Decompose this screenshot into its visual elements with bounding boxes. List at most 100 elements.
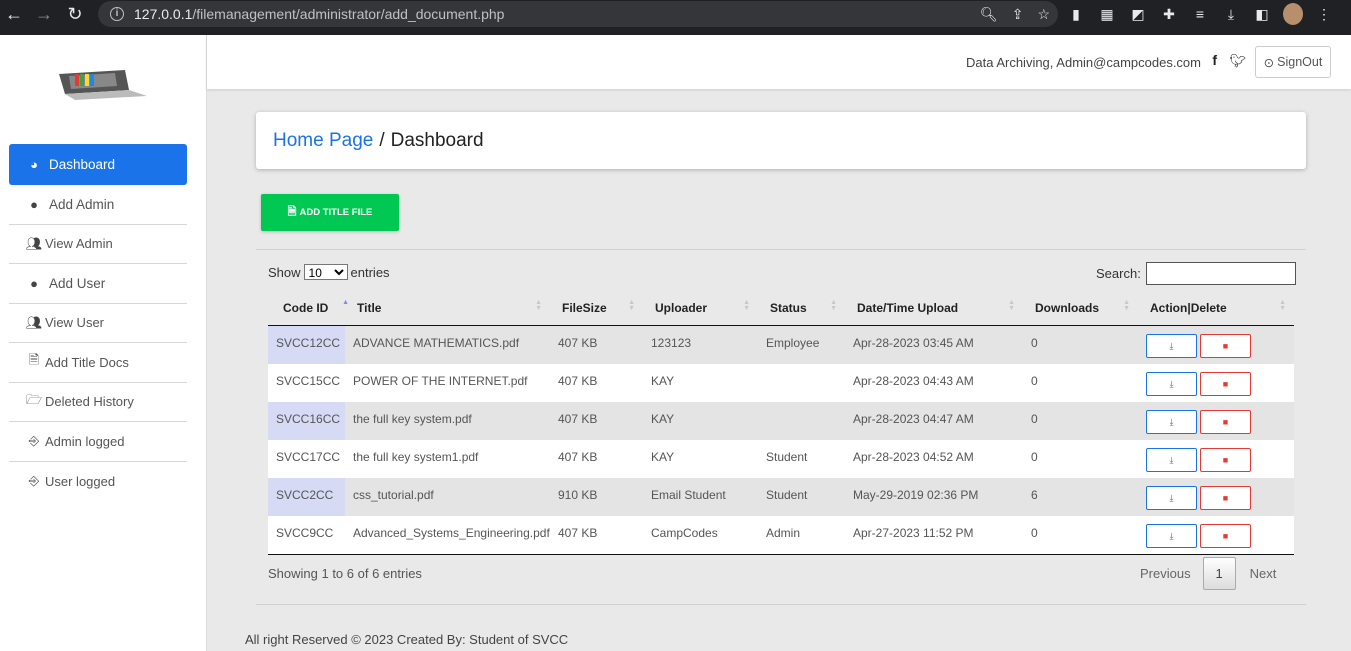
download-icon[interactable]: ⤓ bbox=[1221, 6, 1241, 23]
cell-date: Apr-28-2023 03:45 AM bbox=[853, 336, 974, 350]
column-header-downloads[interactable]: Downloads ▲ ▼ bbox=[1023, 299, 1138, 315]
delete-button[interactable]: ■ bbox=[1200, 410, 1251, 434]
browser-toolbar: ← → ↻ i 127.0.0.1/filemanagement/adminis… bbox=[0, 0, 1351, 35]
trash-icon: ■ bbox=[1222, 531, 1229, 541]
sidebar-item-add-admin[interactable]: ● Add Admin bbox=[9, 185, 187, 225]
cell-uploader: 123123 bbox=[651, 336, 692, 350]
sidebar-item-user-logged[interactable]: ⎆ User logged bbox=[9, 462, 187, 502]
column-header-date-upload[interactable]: Date/Time Upload ▲ ▼ bbox=[845, 299, 1023, 315]
table-row: SVCC2CC css_tutorial.pdf 910 KB Email St… bbox=[268, 478, 1294, 516]
login-icon: ⎆ bbox=[28, 433, 40, 449]
zoom-icon[interactable]: 🔍︎ bbox=[980, 6, 998, 23]
forward-icon[interactable]: → bbox=[30, 0, 58, 28]
reload-icon[interactable]: ↻ bbox=[61, 0, 89, 28]
table-row: SVCC15CC POWER OF THE INTERNET.pdf 407 K… bbox=[268, 364, 1294, 402]
users-icon: 👥︎ bbox=[25, 235, 43, 251]
column-header-code-id[interactable]: Code ID ▲ bbox=[268, 299, 349, 315]
profile-avatar[interactable] bbox=[1283, 3, 1303, 25]
cell-date: Apr-28-2023 04:52 AM bbox=[853, 450, 974, 464]
documents-table: Code ID ▲ Title ▲ ▼ FileSize ▲ ▼ Uploader ▲ ▼ S… bbox=[268, 290, 1294, 555]
column-header-title[interactable]: Title ▲ ▼ bbox=[345, 299, 550, 315]
cell-title: POWER OF THE INTERNET.pdf bbox=[353, 374, 528, 388]
extension-icon[interactable]: ▮ bbox=[1066, 6, 1086, 23]
download-button[interactable]: ⤓ bbox=[1146, 524, 1197, 548]
cell-uploader: KAY bbox=[651, 374, 675, 388]
sidebar-item-label: Add User bbox=[49, 275, 106, 291]
download-button[interactable]: ⤓ bbox=[1146, 372, 1197, 396]
cell-downloads: 6 bbox=[1031, 488, 1038, 502]
breadcrumb-separator: / bbox=[379, 129, 385, 151]
cell-date: Apr-27-2023 11:52 PM bbox=[853, 526, 974, 540]
pagination-page-1[interactable]: 1 bbox=[1202, 557, 1236, 590]
sidebar-item-admin-logged[interactable]: ⎆ Admin logged bbox=[9, 422, 187, 462]
page-size-control: Show 10 entries bbox=[268, 264, 390, 280]
table-header: Code ID ▲ Title ▲ ▼ FileSize ▲ ▼ Uploader ▲ ▼ S… bbox=[268, 290, 1294, 326]
cell-code-id: SVCC12CC bbox=[268, 326, 345, 364]
logo bbox=[59, 70, 147, 100]
column-header-action-delete[interactable]: Action|Delete ▲ ▼ bbox=[1138, 299, 1294, 315]
cell-uploader: KAY bbox=[651, 450, 675, 464]
sidebar-item-dashboard[interactable]: ◕ Dashboard bbox=[9, 144, 187, 185]
sidebar-item-deleted-history[interactable]: 🗁︎ Deleted History bbox=[9, 383, 187, 422]
table-row: SVCC16CC the full key system.pdf 407 KB … bbox=[268, 402, 1294, 440]
sidebar-menu: ◕ Dashboard ● Add Admin 👥︎ View Admin ● … bbox=[9, 144, 187, 501]
column-header-label: Status bbox=[770, 300, 807, 315]
download-button[interactable]: ⤓ bbox=[1146, 410, 1197, 434]
breadcrumb-home-link[interactable]: Home Page bbox=[273, 130, 373, 152]
column-header-label: Action|Delete bbox=[1150, 300, 1227, 315]
bookmark-star-icon[interactable]: ☆ bbox=[1037, 6, 1050, 23]
facebook-icon[interactable]: f bbox=[1212, 52, 1217, 68]
sidebar-item-add-user[interactable]: ● Add User bbox=[9, 264, 187, 304]
download-button[interactable]: ⤓ bbox=[1146, 486, 1197, 510]
cell-title: Advanced_Systems_Engineering.pdf bbox=[353, 526, 550, 540]
delete-button[interactable]: ■ bbox=[1200, 524, 1251, 548]
site-info-icon[interactable]: i bbox=[110, 7, 124, 21]
user-info: Data Archiving, Admin@campcodes.com bbox=[965, 55, 1201, 70]
sidebar-item-view-user[interactable]: 👥︎ View User bbox=[9, 304, 187, 343]
row-actions: ⤓ ■ bbox=[1138, 516, 1294, 548]
column-header-status[interactable]: Status ▲ ▼ bbox=[758, 299, 845, 315]
cell-status bbox=[758, 364, 845, 374]
cell-filesize: 407 KB bbox=[558, 450, 598, 464]
table-row: SVCC12CC ADVANCE MATHEMATICS.pdf 407 KB … bbox=[268, 326, 1294, 364]
column-header-uploader[interactable]: Uploader ▲ ▼ bbox=[643, 298, 758, 315]
cell-code-id: SVCC2CC bbox=[268, 478, 345, 516]
delete-button[interactable]: ■ bbox=[1200, 372, 1251, 396]
show-label: Show bbox=[268, 264, 301, 280]
table-info: Showing 1 to 6 of 6 entries bbox=[268, 566, 422, 581]
delete-button[interactable]: ■ bbox=[1200, 486, 1251, 510]
share-icon[interactable]: ⇪ bbox=[1012, 6, 1024, 23]
cell-filesize: 407 KB bbox=[558, 374, 598, 388]
extension-color-icon[interactable]: ◩ bbox=[1128, 6, 1148, 23]
users-icon: 👥︎ bbox=[25, 314, 43, 330]
qr-code-icon[interactable]: ▦ bbox=[1097, 6, 1117, 23]
delete-button[interactable]: ■ bbox=[1200, 448, 1251, 472]
cell-uploader: Email Student bbox=[651, 488, 726, 502]
pagination-next[interactable]: Next bbox=[1236, 566, 1291, 581]
column-header-filesize[interactable]: FileSize ▲ ▼ bbox=[550, 299, 643, 315]
menu-kebab-icon[interactable]: ⋮ bbox=[1314, 6, 1334, 23]
extensions-puzzle-icon[interactable]: ✚ bbox=[1159, 6, 1179, 23]
media-queue-icon[interactable]: ≡ bbox=[1190, 6, 1210, 22]
search-input[interactable] bbox=[1145, 262, 1296, 285]
sidebar-item-add-title-docs[interactable]: 🗎︎ Add Title Docs bbox=[9, 343, 187, 383]
url-host: 127.0.0.1 bbox=[134, 6, 193, 22]
delete-button[interactable]: ■ bbox=[1200, 334, 1251, 358]
sort-icon: ▲ ▼ bbox=[743, 298, 750, 312]
add-title-file-button[interactable]: 🗎︎ ADD TITLE FILE bbox=[261, 194, 399, 231]
download-button[interactable]: ⤓ bbox=[1146, 448, 1197, 472]
twitter-icon[interactable]: 🐦︎ bbox=[1229, 53, 1246, 69]
sidebar-item-view-admin[interactable]: 👥︎ View Admin bbox=[9, 225, 187, 264]
pagination-previous[interactable]: Previous bbox=[1128, 566, 1203, 581]
trash-icon: ■ bbox=[1222, 379, 1229, 389]
sidebar-item-label: Deleted History bbox=[45, 394, 134, 410]
side-panel-icon[interactable]: ◧ bbox=[1252, 6, 1272, 23]
address-bar[interactable]: i 127.0.0.1/filemanagement/administrator… bbox=[98, 1, 1058, 27]
page-size-select[interactable]: 10 bbox=[303, 264, 348, 280]
signout-button[interactable]: ⊙ SignOut bbox=[1255, 46, 1331, 78]
cell-status: Admin bbox=[766, 526, 801, 540]
cell-code-id: SVCC16CC bbox=[268, 402, 345, 440]
download-button[interactable]: ⤓ bbox=[1146, 334, 1197, 358]
download-icon: ⤓ bbox=[1169, 378, 1174, 389]
back-icon[interactable]: ← bbox=[0, 0, 28, 28]
